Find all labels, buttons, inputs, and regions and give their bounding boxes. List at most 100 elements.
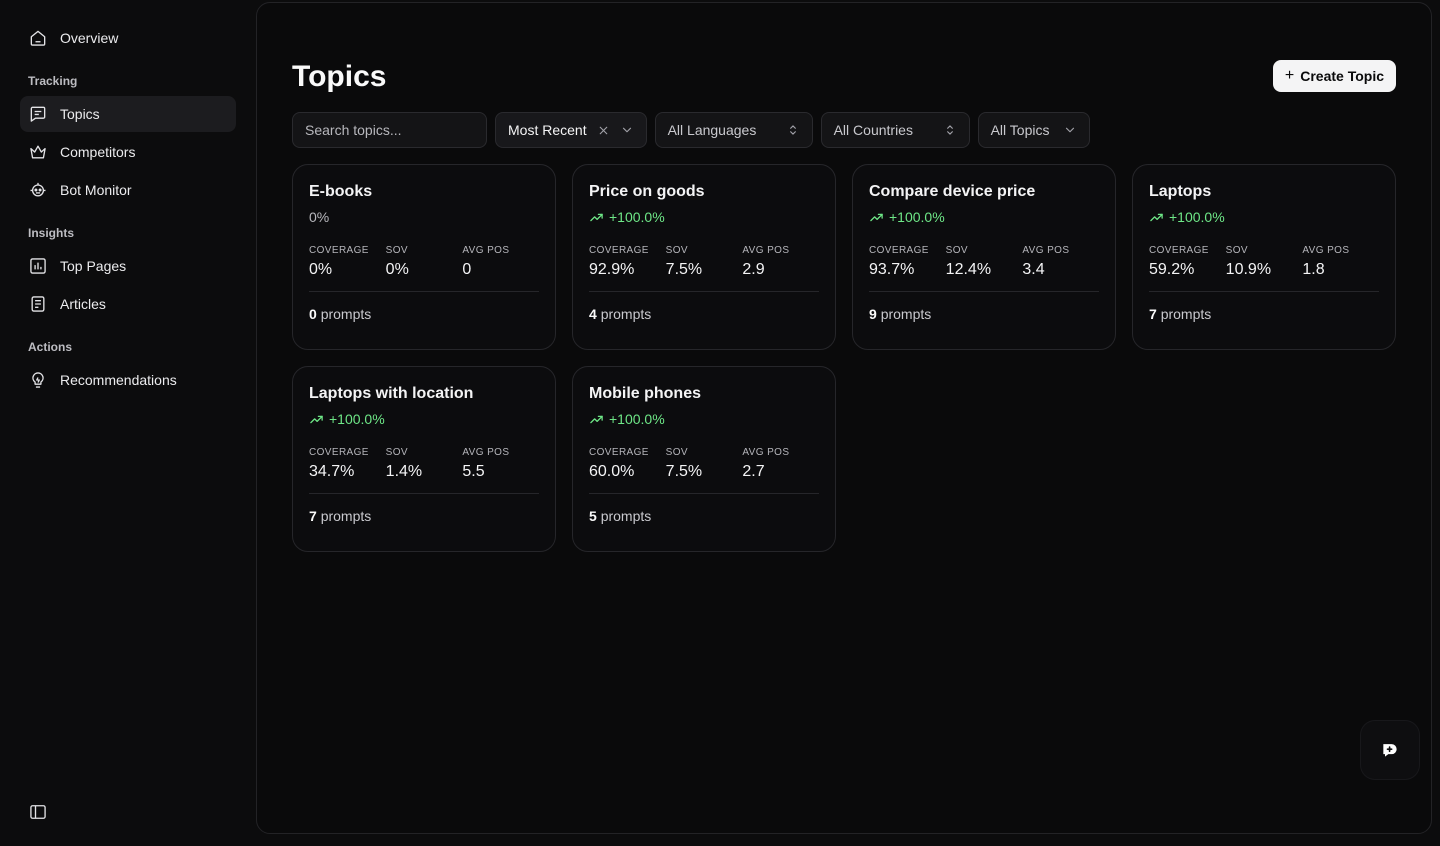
topic-card-trend: +100.0%: [589, 209, 819, 225]
metric-value: 93.7%: [869, 261, 915, 278]
prompt-suffix: prompts: [320, 306, 372, 322]
metric-sov: SOV 7.5%: [666, 245, 743, 279]
lightbulb-icon: [28, 370, 48, 390]
prompt-count: 4: [589, 306, 597, 322]
metric-value: 0%: [309, 261, 333, 278]
metric-label: COVERAGE: [589, 245, 649, 256]
language-select[interactable]: All Languages: [654, 112, 813, 148]
metric-label: COVERAGE: [309, 447, 369, 458]
country-select-value: All Countries: [833, 122, 913, 138]
metric-value: 5.5: [462, 463, 485, 480]
metric-value: 34.7%: [309, 463, 355, 480]
topic-card-prompts: 4 prompts: [589, 306, 819, 322]
sort-select[interactable]: Most Recent: [495, 112, 647, 148]
topic-card-grid: E-books 0% COVERAGE 0% SOV 0% AVG POS 0 …: [292, 164, 1396, 552]
topic-card-title: E-books: [309, 183, 373, 200]
metric-label: AVG POS: [742, 447, 790, 458]
topic-card-prompts: 5 prompts: [589, 508, 819, 524]
prompt-count: 7: [309, 508, 317, 524]
metric-label: SOV: [1225, 245, 1248, 256]
chevron-down-icon: [620, 123, 634, 137]
chevrons-up-down-icon: [786, 123, 800, 137]
topic-card-title: Compare device price: [869, 183, 1036, 200]
sidebar-toggle-icon[interactable]: [28, 802, 48, 822]
sidebar-item-top-pages[interactable]: Top Pages: [20, 248, 236, 284]
trending-up-icon: [590, 213, 603, 221]
topic-card-trend: +100.0%: [1149, 209, 1379, 225]
metric-value: 92.9%: [589, 261, 635, 278]
topic-card-prompts: 7 prompts: [1149, 306, 1379, 322]
sort-select-value: Most Recent: [508, 122, 587, 138]
metric-coverage: COVERAGE 92.9%: [589, 245, 666, 279]
chevron-down-icon: [1063, 123, 1077, 137]
sidebar-item-label: Topics: [60, 106, 100, 122]
prompt-count: 7: [1149, 306, 1157, 322]
country-select[interactable]: All Countries: [820, 112, 970, 148]
topic-card-title: Price on goods: [589, 183, 705, 200]
metric-label: COVERAGE: [869, 245, 929, 256]
sidebar-item-overview[interactable]: Overview: [20, 20, 236, 56]
chat-widget-icon: [1383, 744, 1397, 757]
topic-card[interactable]: Laptops with location +100.0% COVERAGE 3…: [292, 366, 556, 552]
sidebar-item-label: Competitors: [60, 144, 136, 160]
sidebar-item-label: Articles: [60, 296, 106, 312]
search-input[interactable]: [292, 112, 487, 148]
metric-label: COVERAGE: [309, 245, 369, 256]
main-panel: Topics + Create Topic Most Recent All La…: [256, 2, 1432, 834]
topic-card[interactable]: Price on goods +100.0% COVERAGE 92.9% SO…: [572, 164, 836, 350]
metric-value: 0%: [385, 261, 409, 278]
sidebar-item-recommendations[interactable]: Recommendations: [20, 362, 236, 398]
metric-avg-pos: AVG POS 3.4: [1022, 245, 1099, 279]
metric-avg-pos: AVG POS 5.5: [462, 447, 539, 481]
sidebar-item-topics[interactable]: Topics: [20, 96, 236, 132]
prompt-count: 5: [589, 508, 597, 524]
metric-avg-pos: AVG POS 2.7: [742, 447, 819, 481]
sidebar-item-articles[interactable]: Articles: [20, 286, 236, 322]
sidebar-item-competitors[interactable]: Competitors: [20, 134, 236, 170]
topic-card-metrics: COVERAGE 34.7% SOV 1.4% AVG POS 5.5: [309, 447, 539, 481]
metric-value: 0: [462, 261, 472, 278]
metric-sov: SOV 7.5%: [666, 447, 743, 481]
metric-value: 7.5%: [665, 261, 703, 278]
metric-avg-pos: AVG POS 0: [462, 245, 539, 279]
metric-coverage: COVERAGE 60.0%: [589, 447, 666, 481]
metric-value: 1.8: [1302, 261, 1325, 278]
metric-value: 2.7: [742, 463, 765, 480]
topic-select[interactable]: All Topics: [977, 112, 1090, 148]
metric-value: 7.5%: [665, 463, 703, 480]
metric-label: SOV: [945, 245, 968, 256]
prompt-suffix: prompts: [600, 306, 652, 322]
crown-icon: [28, 142, 48, 162]
topic-card-trend-value: +100.0%: [329, 411, 385, 427]
metric-value: 59.2%: [1149, 261, 1195, 278]
topic-card-trend: +100.0%: [589, 411, 819, 427]
topic-card[interactable]: Mobile phones +100.0% COVERAGE 60.0% SOV…: [572, 366, 836, 552]
page-title: Topics: [292, 60, 387, 93]
chat-widget-button[interactable]: [1361, 721, 1419, 779]
create-topic-button[interactable]: + Create Topic: [1272, 60, 1396, 92]
sidebar-item-bot-monitor[interactable]: Bot Monitor: [20, 172, 236, 208]
divider: [869, 291, 1099, 292]
message-square-icon: [28, 104, 48, 124]
topic-card-trend-value: +100.0%: [889, 209, 945, 225]
metric-label: SOV: [385, 447, 408, 458]
close-icon[interactable]: [597, 124, 610, 137]
topic-card-trend-value: +100.0%: [609, 411, 665, 427]
home-icon: [28, 28, 48, 48]
divider: [309, 493, 539, 494]
topic-card[interactable]: E-books 0% COVERAGE 0% SOV 0% AVG POS 0 …: [292, 164, 556, 350]
topic-card[interactable]: Laptops +100.0% COVERAGE 59.2% SOV 10.9%…: [1132, 164, 1396, 350]
prompt-suffix: prompts: [600, 508, 652, 524]
metric-value: 10.9%: [1225, 261, 1272, 278]
divider: [1149, 291, 1379, 292]
divider: [589, 493, 819, 494]
sidebar-item-label: Bot Monitor: [60, 182, 132, 198]
sidebar-item-label: Top Pages: [60, 258, 127, 274]
sidebar: Overview Tracking Topics Competitors Bot…: [0, 0, 256, 846]
topic-card-trend: 0%: [309, 209, 539, 225]
topic-card-metrics: COVERAGE 59.2% SOV 10.9% AVG POS 1.8: [1149, 245, 1379, 279]
topic-card-trend-value: +100.0%: [1169, 209, 1225, 225]
chevrons-up-down-icon: [943, 123, 957, 137]
topic-card[interactable]: Compare device price +100.0% COVERAGE 93…: [852, 164, 1116, 350]
metric-label: SOV: [385, 245, 408, 256]
